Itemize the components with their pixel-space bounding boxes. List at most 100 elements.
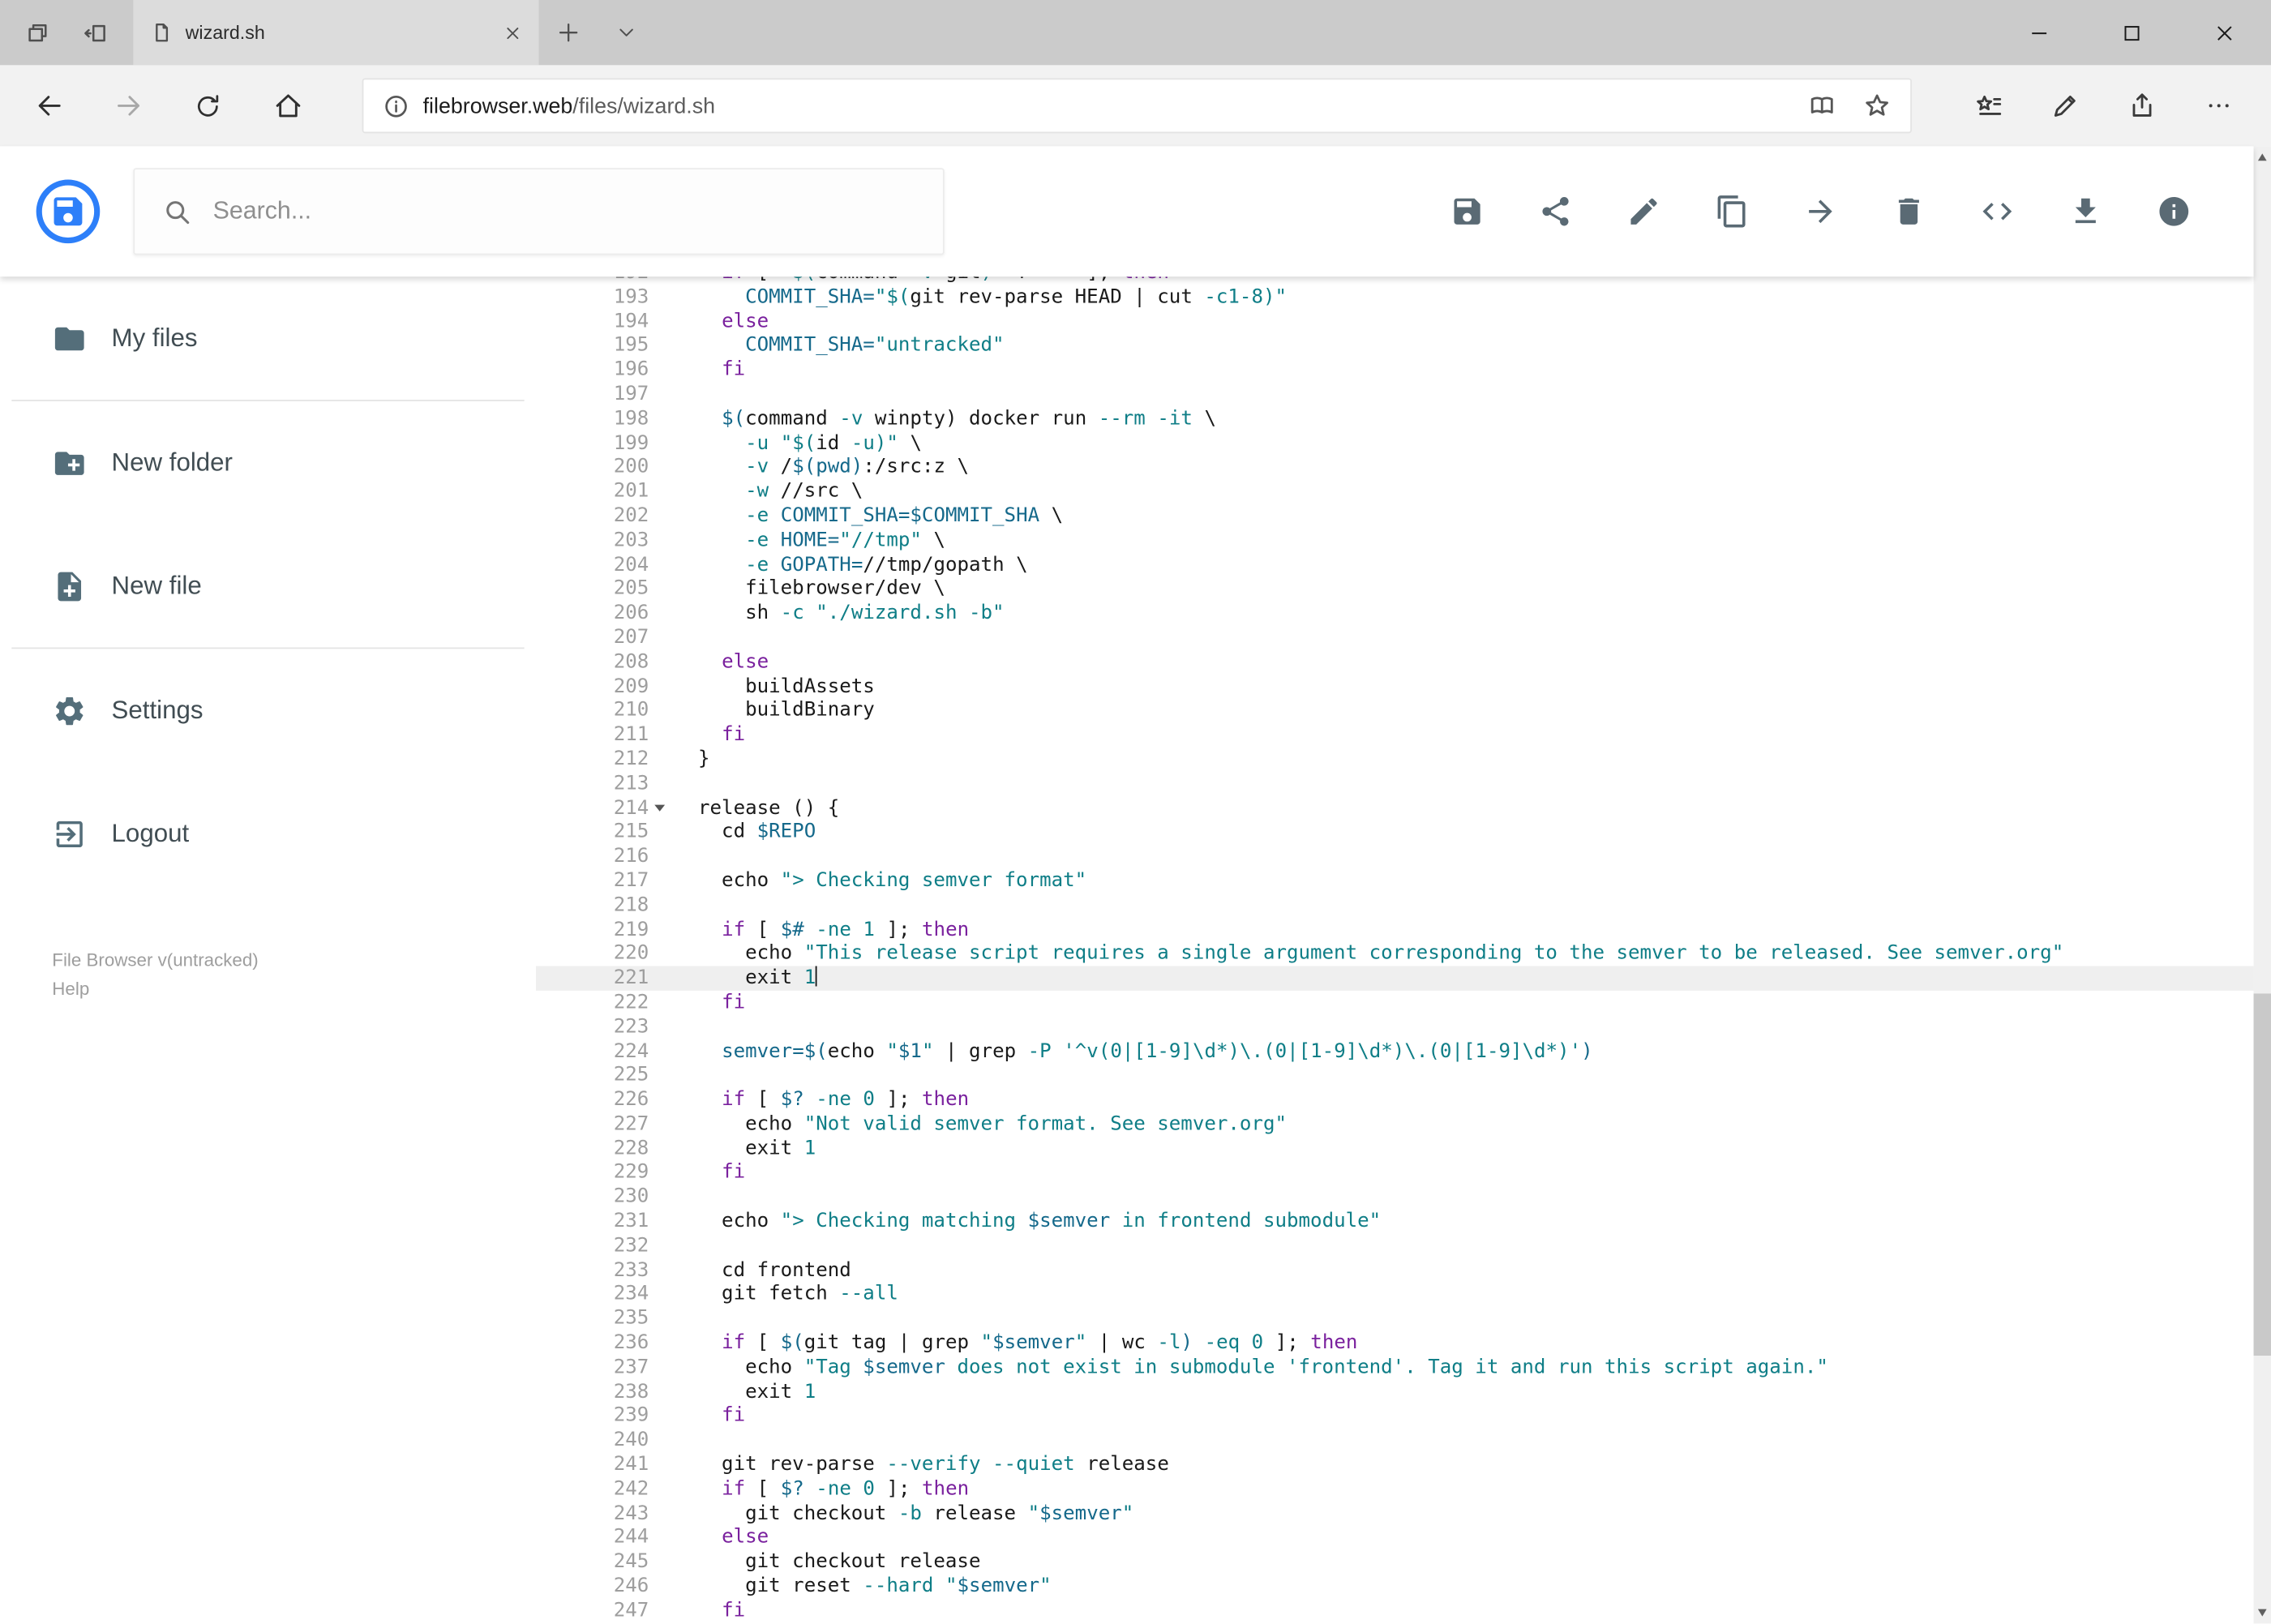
- code-line[interactable]: 214 release () {: [536, 796, 2254, 821]
- move-icon[interactable]: [1803, 194, 1838, 229]
- code-line[interactable]: 247 fi: [536, 1599, 2254, 1623]
- share-icon[interactable]: [1538, 194, 1573, 229]
- sidebar-item-my-files[interactable]: My files: [0, 276, 536, 400]
- code-line[interactable]: 222 fi: [536, 991, 2254, 1015]
- copy-icon[interactable]: [1715, 194, 1750, 229]
- code-line[interactable]: 246 git reset --hard "$semver": [536, 1575, 2254, 1599]
- code-line[interactable]: 238 exit 1: [536, 1380, 2254, 1404]
- more-options-icon[interactable]: [2179, 65, 2256, 146]
- code-line[interactable]: 211 fi: [536, 723, 2254, 748]
- vertical-scrollbar[interactable]: [2253, 146, 2271, 1624]
- filebrowser-logo[interactable]: [36, 179, 101, 244]
- code-line[interactable]: 233 cd frontend: [536, 1258, 2254, 1283]
- code-line[interactable]: 223: [536, 1015, 2254, 1039]
- code-line[interactable]: 197: [536, 383, 2254, 407]
- code-line[interactable]: 206 sh -c "./wizard.sh -b": [536, 602, 2254, 626]
- code-line[interactable]: 213: [536, 772, 2254, 796]
- code-line[interactable]: 208 else: [536, 650, 2254, 675]
- close-button[interactable]: [2179, 0, 2271, 65]
- code-line[interactable]: 193 COMMIT_SHA="$(git rev-parse HEAD | c…: [536, 285, 2254, 310]
- code-line[interactable]: 199 -u "$(id -u)" \: [536, 431, 2254, 456]
- fold-marker-icon[interactable]: [649, 796, 669, 821]
- web-note-icon[interactable]: [2026, 65, 2103, 146]
- code-line[interactable]: 232: [536, 1234, 2254, 1258]
- browser-tab[interactable]: wizard.sh: [133, 0, 539, 66]
- code-line[interactable]: 236 if [ $(git tag | grep "$semver" | wc…: [536, 1331, 2254, 1356]
- minimize-button[interactable]: [1993, 0, 2085, 65]
- save-icon[interactable]: [1450, 194, 1485, 229]
- code-line[interactable]: 243 git checkout -b release "$semver": [536, 1502, 2254, 1526]
- code-line[interactable]: 220 echo "This release script requires a…: [536, 942, 2254, 966]
- scroll-up-arrow[interactable]: [2254, 146, 2271, 168]
- code-line[interactable]: 229 fi: [536, 1161, 2254, 1185]
- hub-favorites-icon[interactable]: [1949, 65, 2026, 146]
- code-line[interactable]: 210 buildBinary: [536, 699, 2254, 723]
- code-icon[interactable]: [1980, 194, 2015, 229]
- code-line[interactable]: 195 COMMIT_SHA="untracked": [536, 334, 2254, 358]
- code-line[interactable]: 198 $(command -v winpty) docker run --rm…: [536, 407, 2254, 431]
- page-info-icon[interactable]: [383, 93, 408, 118]
- code-line[interactable]: 230: [536, 1185, 2254, 1210]
- code-line[interactable]: 231 echo "> Checking matching $semver in…: [536, 1210, 2254, 1234]
- code-line[interactable]: 242 if [ $? -ne 0 ]; then: [536, 1477, 2254, 1502]
- code-line[interactable]: 241 git rev-parse --verify --quiet relea…: [536, 1453, 2254, 1477]
- code-line[interactable]: 202 -e COMMIT_SHA=$COMMIT_SHA \: [536, 504, 2254, 529]
- code-line[interactable]: 226 if [ $? -ne 0 ]; then: [536, 1088, 2254, 1112]
- code-line[interactable]: 244 else: [536, 1526, 2254, 1550]
- code-line[interactable]: 201 -w //src \: [536, 480, 2254, 504]
- code-line[interactable]: 228 exit 1: [536, 1137, 2254, 1161]
- tab-dropdown-icon[interactable]: [597, 0, 654, 65]
- code-line[interactable]: 194 else: [536, 310, 2254, 334]
- set-aside-tabs-icon[interactable]: [66, 0, 124, 65]
- refresh-button[interactable]: [168, 65, 247, 146]
- delete-icon[interactable]: [1892, 194, 1926, 229]
- maximize-button[interactable]: [2085, 0, 2178, 65]
- scrollbar-thumb[interactable]: [2253, 993, 2271, 1356]
- code-line[interactable]: 221 exit 1: [535, 966, 2254, 991]
- code-line[interactable]: 219 if [ $# -ne 1 ]; then: [536, 918, 2254, 942]
- code-line[interactable]: 203 -e HOME="//tmp" \: [536, 529, 2254, 553]
- code-line[interactable]: 196 fi: [536, 358, 2254, 383]
- code-line[interactable]: 239 fi: [536, 1404, 2254, 1429]
- address-bar[interactable]: filebrowser.web/files/wizard.sh: [362, 78, 1912, 134]
- code-line[interactable]: 212}: [536, 748, 2254, 772]
- search-input[interactable]: Search...: [133, 168, 945, 255]
- home-button[interactable]: [247, 65, 327, 146]
- tab-preview-icon[interactable]: [9, 0, 66, 65]
- code-line[interactable]: 245 git checkout release: [536, 1550, 2254, 1575]
- edit-icon[interactable]: [1626, 194, 1661, 229]
- download-icon[interactable]: [2068, 194, 2103, 229]
- browser-share-icon[interactable]: [2103, 65, 2180, 146]
- code-line[interactable]: 234 git fetch --all: [536, 1283, 2254, 1307]
- info-icon[interactable]: [2157, 194, 2192, 229]
- new-tab-button[interactable]: [539, 0, 597, 65]
- code-line[interactable]: 207: [536, 626, 2254, 650]
- reading-view-icon[interactable]: [1809, 92, 1835, 118]
- tab-close-icon[interactable]: [504, 24, 521, 41]
- code-line[interactable]: 192 if [ "$(command -v git)" != "" ]; th…: [536, 276, 2254, 285]
- code-line[interactable]: 200 -v /$(pwd):/src:z \: [536, 456, 2254, 480]
- code-line[interactable]: 225: [536, 1064, 2254, 1088]
- sidebar-item-new-folder[interactable]: New folder: [0, 401, 536, 525]
- code-line[interactable]: 205 filebrowser/dev \: [536, 577, 2254, 602]
- favorite-star-icon[interactable]: [1864, 92, 1890, 118]
- help-link[interactable]: Help: [52, 975, 258, 1004]
- code-line[interactable]: 215 cd $REPO: [536, 821, 2254, 845]
- back-button[interactable]: [9, 65, 88, 146]
- code-line[interactable]: 227 echo "Not valid semver format. See s…: [536, 1112, 2254, 1137]
- code-line[interactable]: 216: [536, 845, 2254, 869]
- code-line[interactable]: 204 -e GOPATH=//tmp/gopath \: [536, 553, 2254, 577]
- code-line[interactable]: 237 echo "Tag $semver does not exist in …: [536, 1356, 2254, 1380]
- code-line[interactable]: 217 echo "> Checking semver format": [536, 869, 2254, 893]
- code-editor[interactable]: 192 if [ "$(command -v git)" != "" ]; th…: [535, 276, 2254, 1624]
- sidebar-item-settings[interactable]: Settings: [0, 649, 536, 772]
- scroll-down-arrow[interactable]: [2254, 1602, 2271, 1624]
- code-line[interactable]: 209 buildAssets: [536, 675, 2254, 699]
- code-line[interactable]: 240: [536, 1429, 2254, 1453]
- forward-button[interactable]: [88, 65, 168, 146]
- code-line[interactable]: 224 semver=$(echo "$1" | grep -P '^v(0|[…: [536, 1039, 2254, 1064]
- sidebar-item-logout[interactable]: Logout: [0, 772, 536, 895]
- code-line[interactable]: 235: [536, 1307, 2254, 1331]
- code-line[interactable]: 218: [536, 893, 2254, 918]
- sidebar-item-new-file[interactable]: New file: [0, 525, 536, 648]
